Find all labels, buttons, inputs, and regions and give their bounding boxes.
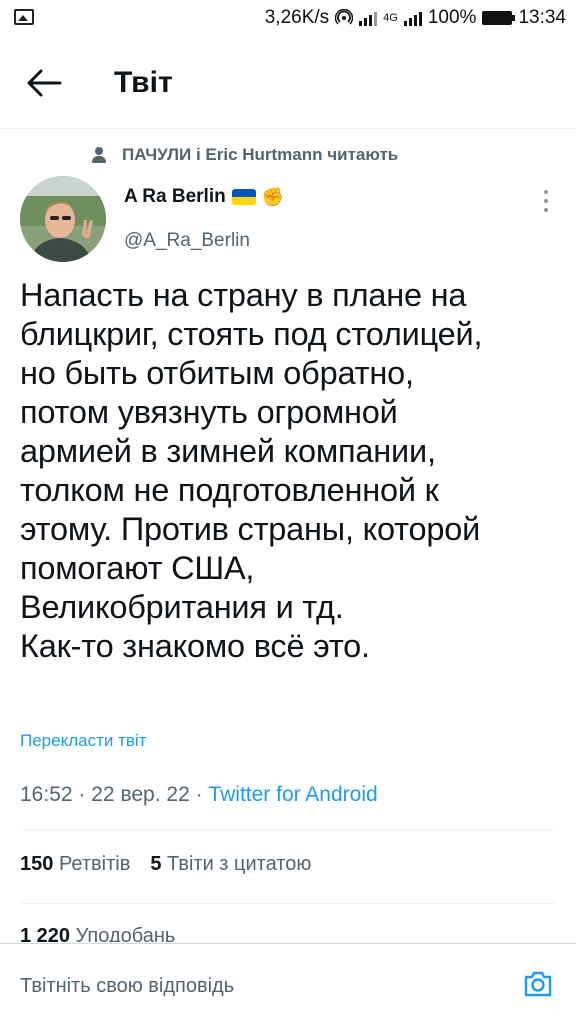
likes-stat[interactable]: 1 220 Уподобань xyxy=(20,925,175,942)
reply-input[interactable] xyxy=(20,958,490,1014)
meta-separator: · xyxy=(195,783,203,806)
person-icon xyxy=(92,147,106,163)
tweet-meta: 16:52 · 22 вер. 22 · Twitter for Android xyxy=(20,783,378,807)
tweet-text: Напасть на страну в плане на блицкриг, с… xyxy=(20,277,483,664)
tweet-time: 16:52 xyxy=(20,783,73,806)
tweet-stats: 150 Ретвітів 5 Твіти з цитатою xyxy=(20,853,311,876)
network-type: 4G xyxy=(383,12,398,24)
network-speed: 3,26K/s xyxy=(264,7,330,28)
author-name-row[interactable]: A Ra Berlin ✊ xyxy=(124,186,284,208)
hotspot-icon xyxy=(335,9,354,25)
raised-fist-icon: ✊ xyxy=(261,186,285,207)
avatar-image xyxy=(20,176,106,262)
camera-icon[interactable] xyxy=(522,968,554,1000)
back-arrow-icon[interactable] xyxy=(26,68,62,98)
clock: 13:34 xyxy=(518,7,566,28)
divider xyxy=(20,829,556,830)
social-context-text: ПАЧУЛИ і Eric Hurtmann читають xyxy=(122,145,399,164)
avatar[interactable] xyxy=(20,176,106,262)
image-notification-icon xyxy=(14,9,34,25)
top-app-bar: Твіт xyxy=(0,38,576,129)
more-options-icon[interactable] xyxy=(542,190,550,212)
translate-tweet-link[interactable]: Перекласти твіт xyxy=(20,731,146,751)
tweet-source-link[interactable]: Twitter for Android xyxy=(208,783,377,806)
author-handle[interactable]: @A_Ra_Berlin xyxy=(124,230,250,252)
ukraine-flag-icon xyxy=(231,189,256,205)
social-context[interactable]: ПАЧУЛИ і Eric Hurtmann читають xyxy=(92,145,398,165)
status-bar: 3,26K/s 4G 100% 13:34 xyxy=(0,0,576,38)
reply-bar xyxy=(0,943,576,1025)
retweets-count: 150 xyxy=(20,853,54,875)
author-name: A Ra Berlin xyxy=(124,186,226,207)
likes-count: 1 220 xyxy=(20,925,71,942)
meta-separator: · xyxy=(78,783,86,806)
signal-icon-2 xyxy=(403,11,422,26)
quotes-label: Твіти з цитатою xyxy=(167,853,312,875)
page-title: Твіт xyxy=(114,66,173,99)
battery-percent: 100% xyxy=(427,7,477,28)
signal-icon xyxy=(359,11,378,26)
quotes-stat[interactable]: 5 Твіти з цитатою xyxy=(150,853,311,876)
divider xyxy=(20,903,556,904)
quotes-count: 5 xyxy=(150,853,162,875)
likes-label: Уподобань xyxy=(75,925,176,942)
retweets-stat[interactable]: 150 Ретвітів xyxy=(20,853,130,876)
battery-icon xyxy=(482,11,516,25)
retweets-label: Ретвітів xyxy=(58,853,131,875)
tweet-date: 22 вер. 22 xyxy=(91,783,190,806)
status-bar-right: 3,26K/s 4G 100% 13:34 xyxy=(265,7,566,29)
